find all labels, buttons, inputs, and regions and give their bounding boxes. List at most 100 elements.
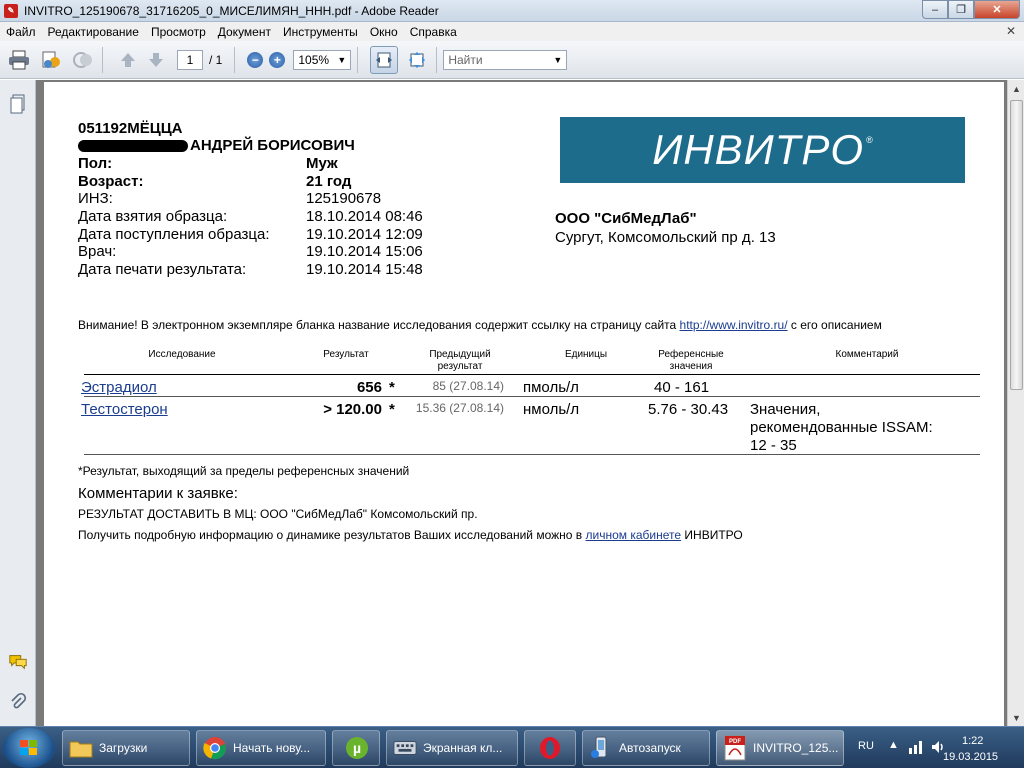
previous-page-icon[interactable] (115, 47, 141, 73)
toolbar-separator (102, 46, 103, 73)
keyboard-icon (393, 736, 417, 760)
scroll-thumb[interactable] (1010, 100, 1023, 390)
autorun-icon (589, 736, 613, 760)
find-input[interactable]: Найти ▼ (443, 49, 568, 70)
utorrent-icon: µ (345, 736, 369, 760)
field-value: 19.10.2014 12:09 (306, 226, 423, 243)
language-indicator[interactable]: RU (858, 740, 874, 752)
task-opera[interactable] (524, 730, 576, 766)
table-row-divider (84, 396, 980, 397)
info-text: Получить подробную информацию о динамике… (78, 528, 743, 542)
registered-mark: ® (866, 135, 873, 145)
patient-id: 051192МЁЦЦА (78, 120, 183, 137)
clock-time[interactable]: 1:22 (962, 735, 983, 747)
task-downloads[interactable]: Загрузки (62, 730, 190, 766)
header-result: Результат (323, 349, 369, 360)
redaction-mark (78, 140, 188, 153)
zoom-in-icon[interactable]: + (269, 51, 286, 68)
comment-line: рекомендованные ISSAM: (750, 419, 933, 436)
print-icon[interactable] (6, 47, 32, 73)
maximize-button[interactable]: ❐ (948, 0, 974, 19)
result-value: 656 (356, 379, 382, 396)
vertical-scrollbar[interactable]: ▲ ▼ (1007, 80, 1024, 726)
patient-name-line: АНДРЕЙ БОРИСОВИЧ (78, 137, 355, 154)
attachment-icon[interactable] (8, 692, 28, 712)
notice-prefix: Внимание! В электронном экземпляре бланк… (78, 318, 680, 332)
document-viewport: 051192МЁЦЦА АНДРЕЙ БОРИСОВИЧ Пол: Муж Во… (36, 80, 1007, 726)
comments-icon[interactable] (8, 652, 28, 672)
fit-width-icon[interactable] (370, 45, 399, 74)
task-chrome[interactable]: Начать нову... (196, 730, 326, 766)
task-utorrent[interactable]: µ (332, 730, 380, 766)
field-label: Возраст: (78, 173, 144, 190)
menu-file[interactable]: Файл (0, 25, 42, 39)
menu-help[interactable]: Справка (404, 25, 463, 39)
task-keyboard[interactable]: Экранная кл... (386, 730, 518, 766)
menu-view[interactable]: Просмотр (145, 25, 212, 39)
menu-window[interactable]: Окно (364, 25, 404, 39)
collaborate-icon[interactable] (38, 47, 64, 73)
pdf-page: 051192МЁЦЦА АНДРЕЙ БОРИСОВИЧ Пол: Муж Во… (44, 82, 1004, 726)
toolbar-separator (357, 46, 359, 73)
page-number-input[interactable]: 1 (177, 49, 203, 70)
start-button[interactable] (3, 728, 55, 768)
invitro-logo: ИНВИТРО ® (560, 117, 965, 183)
clock-date[interactable]: 19.03.2015 (943, 751, 998, 763)
field-value: 19.10.2014 15:06 (306, 243, 423, 260)
network-icon[interactable] (908, 739, 924, 758)
comment-line: 12 - 35 (750, 437, 797, 454)
show-hidden-icons[interactable]: ▲ (888, 739, 899, 751)
task-label: Автозапуск (619, 741, 681, 755)
menu-tools[interactable]: Инструменты (277, 25, 364, 39)
toolbar: 1 / 1 − + 105% ▼ Найти ▼ (0, 41, 1024, 79)
test-link-testosterone[interactable]: Тестостерон (81, 401, 168, 418)
test-link-estradiol[interactable]: Эстрадиол (81, 379, 157, 396)
zoom-out-icon[interactable]: − (247, 51, 264, 68)
close-document-icon[interactable]: ✕ (1006, 24, 1016, 38)
pages-icon[interactable] (8, 94, 28, 114)
pdf-icon: ✎ (4, 3, 18, 18)
field-label: Дата печати результата: (78, 261, 247, 278)
task-label: Начать нову... (233, 741, 311, 755)
field-label: Дата поступления образца: (78, 226, 270, 243)
minimize-button[interactable]: – (922, 0, 948, 19)
header-units: Единицы (564, 349, 608, 360)
previous-result: 85 (27.08.14) (432, 379, 504, 393)
table-bottom-divider (84, 454, 980, 455)
result-flag: * (389, 379, 395, 396)
comments-text: РЕЗУЛЬТАТ ДОСТАВИТЬ В МЦ: ООО "СибМедЛаб… (78, 507, 478, 521)
personal-account-link[interactable]: личном кабинете (586, 528, 682, 542)
opera-icon (538, 736, 562, 760)
invitro-site-link[interactable]: http://www.invitro.ru/ (680, 318, 788, 332)
task-adobe-reader[interactable]: PDF INVITRO_125... (716, 730, 844, 766)
lab-name: ООО "СибМедЛаб" (555, 210, 697, 227)
page-total: / 1 (209, 52, 223, 67)
taskbar: Загрузки Начать нову... µ Экранная кл...… (0, 726, 1024, 768)
field-value: 19.10.2014 15:48 (306, 261, 423, 278)
zoom-select[interactable]: 105% ▼ (293, 49, 352, 70)
navigation-pane (0, 80, 36, 726)
scroll-down-icon[interactable]: ▼ (1008, 709, 1024, 726)
close-button[interactable]: ✕ (974, 0, 1020, 19)
result-value: > 120.00 (323, 401, 382, 418)
reference-range: 40 - 161 (654, 379, 710, 396)
lab-address: Сургут, Комсомольский пр д. 13 (555, 229, 776, 246)
scroll-up-icon[interactable]: ▲ (1008, 80, 1024, 97)
svg-text:PDF: PDF (729, 739, 741, 745)
chevron-down-icon: ▼ (553, 54, 563, 65)
menu-document[interactable]: Документ (212, 25, 277, 39)
field-label: Дата взятия образца: (78, 208, 228, 225)
task-label: INVITRO_125... (753, 741, 839, 755)
task-label: Экранная кл... (423, 741, 503, 755)
chevron-down-icon: ▼ (337, 54, 347, 65)
menu-edit[interactable]: Редактирование (42, 25, 145, 39)
svg-text:µ: µ (353, 740, 361, 756)
task-autorun[interactable]: Автозапуск (582, 730, 710, 766)
field-label: Врач: (78, 243, 117, 260)
share-icon[interactable] (70, 47, 96, 73)
next-page-icon[interactable] (143, 47, 169, 73)
fit-page-icon[interactable] (404, 47, 430, 73)
previous-result: 15.36 (27.08.14) (415, 401, 504, 415)
find-placeholder: Найти (448, 52, 483, 67)
field-value: 21 год (306, 173, 352, 190)
